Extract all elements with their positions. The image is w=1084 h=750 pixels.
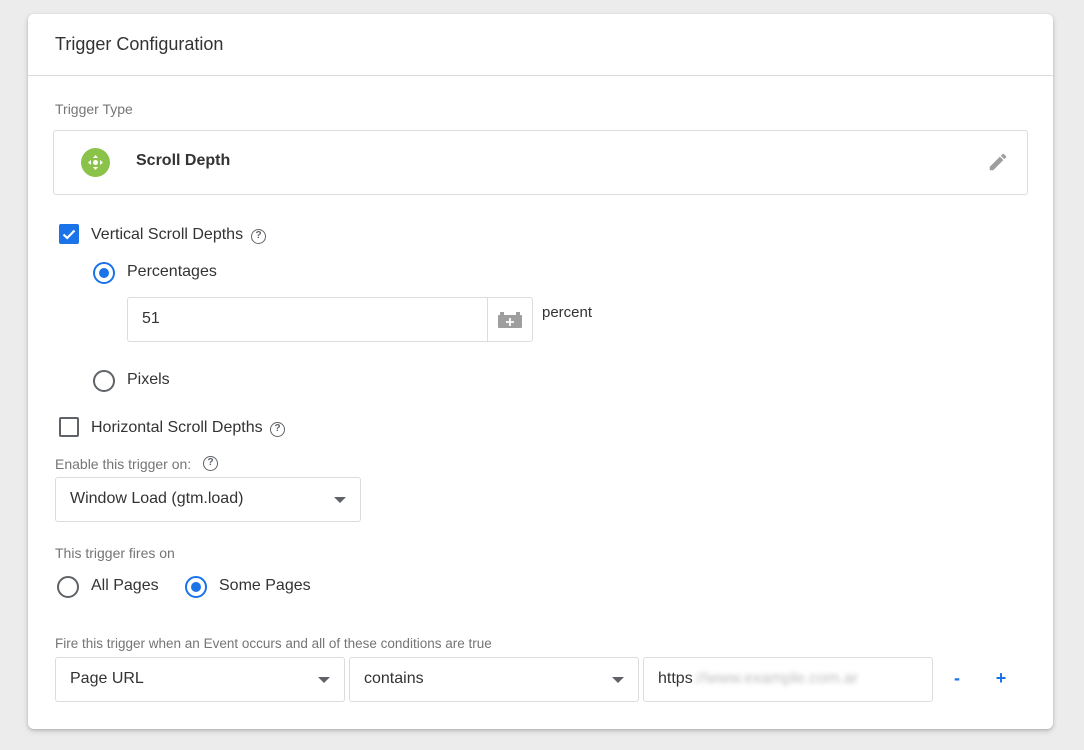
condition-value-text: https://www.example.com.ar (658, 670, 858, 688)
help-icon[interactable]: ? (203, 456, 218, 471)
vertical-scroll-checkbox[interactable] (59, 224, 79, 244)
percentages-radio[interactable] (93, 262, 115, 284)
scroll-depth-input[interactable]: 51 (127, 297, 533, 342)
condition-variable-select[interactable]: Page URL (55, 657, 345, 702)
help-icon[interactable]: ? (251, 229, 266, 244)
trigger-configuration-card: Trigger Configuration Trigger Type Scrol… (28, 14, 1053, 729)
some-pages-label: Some Pages (219, 577, 311, 594)
pencil-edit-icon[interactable] (987, 151, 1009, 178)
horizontal-scroll-checkbox[interactable] (59, 417, 79, 437)
trigger-type-label: Trigger Type (55, 101, 133, 117)
chevron-down-icon (318, 677, 330, 683)
horizontal-scroll-label: Horizontal Scroll Depths (91, 419, 263, 436)
remove-condition-button[interactable]: - (946, 668, 968, 689)
chevron-down-icon (334, 497, 346, 503)
enable-on-label: Enable this trigger on: (55, 456, 192, 472)
variable-picker-icon[interactable] (497, 311, 523, 334)
condition-operator-value: contains (364, 670, 424, 687)
card-title: Trigger Configuration (28, 14, 1053, 76)
help-icon[interactable]: ? (270, 422, 285, 437)
enable-on-value: Window Load (gtm.load) (70, 490, 244, 507)
all-pages-label: All Pages (91, 577, 159, 594)
unit-label: percent (542, 304, 593, 321)
pixels-label: Pixels (127, 371, 170, 388)
chevron-down-icon (612, 677, 624, 683)
percentages-label: Percentages (127, 263, 217, 280)
all-pages-radio[interactable] (57, 576, 79, 598)
pixels-radio[interactable] (93, 370, 115, 392)
checkmark-icon (62, 229, 76, 240)
some-pages-radio[interactable] (185, 576, 207, 598)
condition-value-visible: https (658, 670, 693, 687)
trigger-type-name: Scroll Depth (136, 152, 231, 169)
add-condition-button[interactable]: + (990, 668, 1012, 689)
trigger-type-selector[interactable]: Scroll Depth (53, 130, 1028, 195)
scroll-depth-value: 51 (142, 310, 160, 327)
condition-operator-select[interactable]: contains (349, 657, 639, 702)
enable-on-select[interactable]: Window Load (gtm.load) (55, 477, 361, 522)
condition-value-input[interactable]: https://www.example.com.ar (643, 657, 933, 702)
redacted-url: ://www.example.com.ar (692, 670, 859, 687)
vertical-scroll-label: Vertical Scroll Depths (91, 226, 244, 243)
scroll-depth-icon (81, 148, 110, 177)
condition-description: Fire this trigger when an Event occurs a… (55, 636, 492, 651)
condition-variable-value: Page URL (70, 670, 144, 687)
fires-on-label: This trigger fires on (55, 545, 175, 561)
